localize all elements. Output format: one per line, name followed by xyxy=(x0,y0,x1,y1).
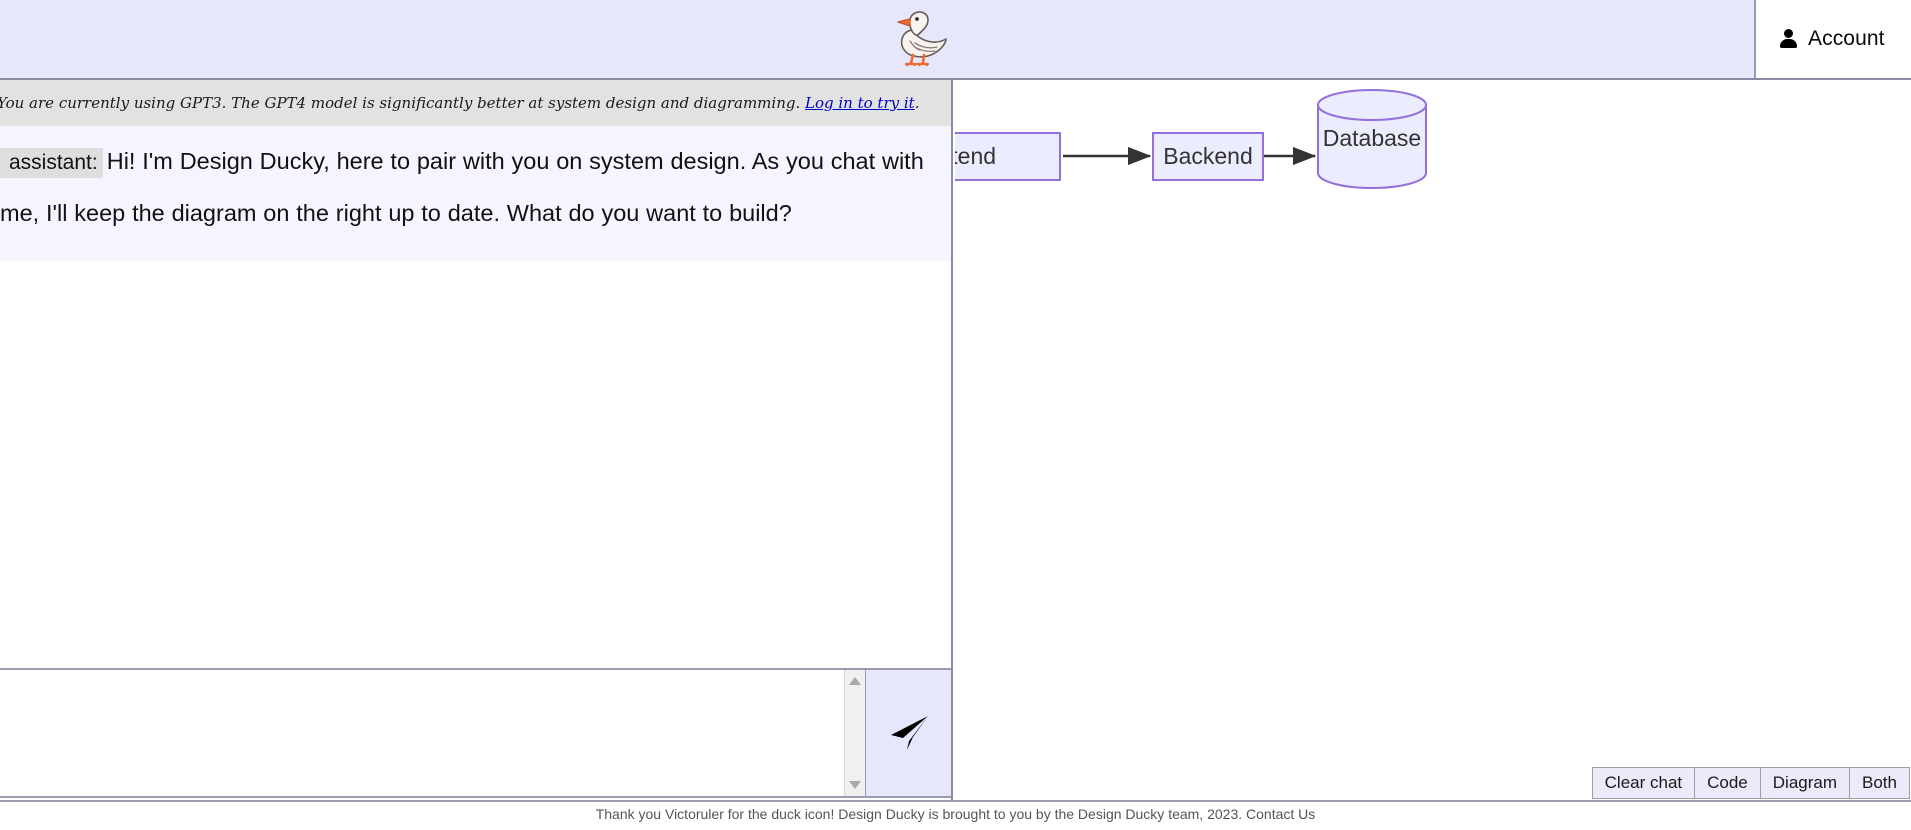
send-button[interactable] xyxy=(865,670,951,796)
account-button[interactable]: Account xyxy=(1754,0,1911,78)
page-footer: Thank you Victoruler for the duck icon! … xyxy=(0,800,1911,830)
message-body: assistant: Hi! I'm Design Ducky, here to … xyxy=(0,136,951,239)
diagram-node-backend[interactable]: Backend xyxy=(1152,132,1264,181)
footer-text: Thank you Victoruler for the duck icon! … xyxy=(595,806,1316,822)
composer xyxy=(0,668,951,798)
diagram-node-database-label: Database xyxy=(1323,125,1421,151)
chat-message: assistant: Hi! I'm Design Ducky, here to … xyxy=(0,126,951,261)
scroll-up-arrow-icon[interactable] xyxy=(849,677,861,685)
account-label: Account xyxy=(1808,27,1885,50)
person-icon xyxy=(1780,29,1797,49)
clear-chat-button[interactable]: Clear chat xyxy=(1591,767,1696,799)
diagram-node-frontend[interactable]: Frontend xyxy=(955,132,1061,181)
code-view-button[interactable]: Code xyxy=(1694,767,1761,799)
chat-panel: You are currently using GPT3. The GPT4 m… xyxy=(0,80,953,810)
send-paper-plane-icon xyxy=(890,716,928,750)
diagram-node-database[interactable]: Database xyxy=(1317,89,1427,189)
view-toolbar: Clear chat Code Diagram Both xyxy=(1591,767,1910,799)
chat-input[interactable] xyxy=(0,670,844,796)
composer-row xyxy=(0,668,951,810)
diagram-view-button[interactable]: Diagram xyxy=(1759,767,1851,799)
message-list: assistant: Hi! I'm Design Ducky, here to … xyxy=(0,126,951,667)
chat-input-scrollbar[interactable] xyxy=(844,670,865,796)
scroll-down-arrow-icon[interactable] xyxy=(849,781,861,789)
diagram-node-frontend-label: Frontend xyxy=(955,143,996,169)
message-role: assistant: xyxy=(0,148,103,178)
app-header: Account xyxy=(0,0,1911,80)
both-view-button[interactable]: Both xyxy=(1849,767,1910,799)
app-logo xyxy=(866,2,976,74)
login-link[interactable]: Log in to try it xyxy=(805,94,915,112)
gpt-version-notice: You are currently using GPT3. The GPT4 m… xyxy=(0,80,951,126)
notice-text: You are currently using GPT3. The GPT4 m… xyxy=(0,94,919,112)
architecture-diagram: Frontend Backend Database xyxy=(955,89,1427,189)
notice-text-before: You are currently using GPT3. The GPT4 m… xyxy=(0,94,806,112)
notice-text-after: . xyxy=(914,94,920,112)
diagram-panel: Frontend Backend Database xyxy=(955,80,1911,810)
duck-icon xyxy=(897,11,947,67)
message-text: Hi! I'm Design Ducky, here to pair with … xyxy=(0,148,924,226)
diagram-node-backend-label: Backend xyxy=(1163,143,1253,169)
